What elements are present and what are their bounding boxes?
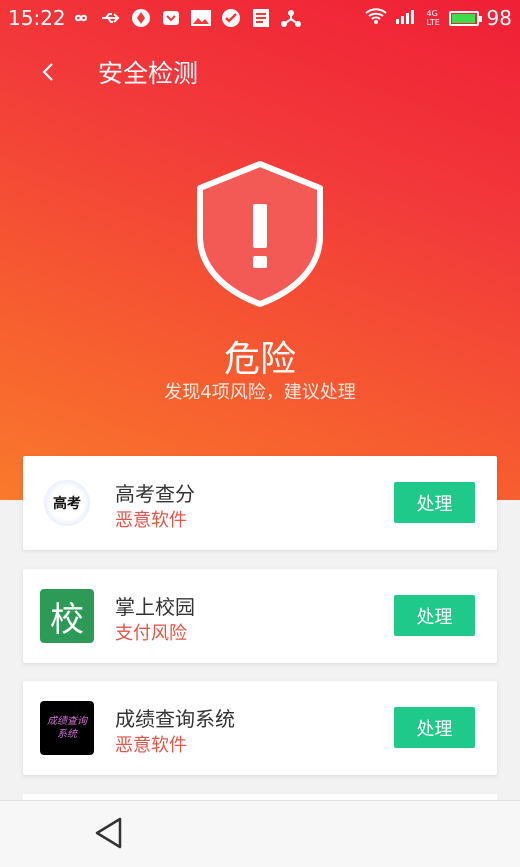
handle-button[interactable]: 处理 [394,482,475,523]
risk-item: 校 掌上校园 支付风险 处理 [23,569,497,663]
infinity-icon [70,7,92,29]
risk-summary: 发现4项风险，建议处理 [164,382,356,403]
grade-query-app-icon: 成绩查询系统 [40,701,94,755]
handle-button[interactable]: 处理 [394,595,475,636]
risk-level: 危险 [223,339,296,380]
network-type: 4G LTE [426,9,440,27]
signal-icon [395,6,419,30]
risk-type: 恶意软件 [115,735,187,756]
vpn-icon [130,7,152,29]
page-title: 安全检测 [98,59,199,88]
risk-app-name: 成绩查询系统 [115,707,235,731]
check-icon [220,7,242,29]
shield-warning-icon [197,161,323,307]
status-bar: 15:22 4G LTE 98 [0,0,520,36]
system-status: 4G LTE 98 [364,6,512,30]
risk-app-name: 掌上校园 [115,595,195,619]
status-time: 15:22 [8,6,66,30]
back-button[interactable] [28,52,68,92]
news-icon [250,7,272,29]
share-node-icon [280,7,302,29]
battery-percent: 98 [486,6,512,30]
battery-icon [448,10,482,26]
handle-button[interactable]: 处理 [394,707,475,748]
navigation-bar [0,800,520,867]
risk-item: 成绩查询系统 成绩查询系统 恶意软件 处理 [23,681,497,775]
usb-icon [100,7,122,29]
risk-app-name: 高考查分 [115,482,195,506]
app-bar: 安全检测 [0,42,520,102]
gaokao-app-icon: 高考 [40,476,94,530]
risk-type: 恶意软件 [115,510,187,531]
risk-type: 支付风险 [115,623,187,644]
wifi-icon [364,6,387,30]
risk-item: 高考 高考查分 恶意软件 处理 [23,456,497,550]
image-icon [190,7,212,29]
campus-app-icon: 校 [40,589,94,643]
chevron-left-icon [42,63,53,81]
pocket-icon [160,7,182,29]
nav-back-icon[interactable] [92,815,126,851]
notification-icons [70,7,302,29]
